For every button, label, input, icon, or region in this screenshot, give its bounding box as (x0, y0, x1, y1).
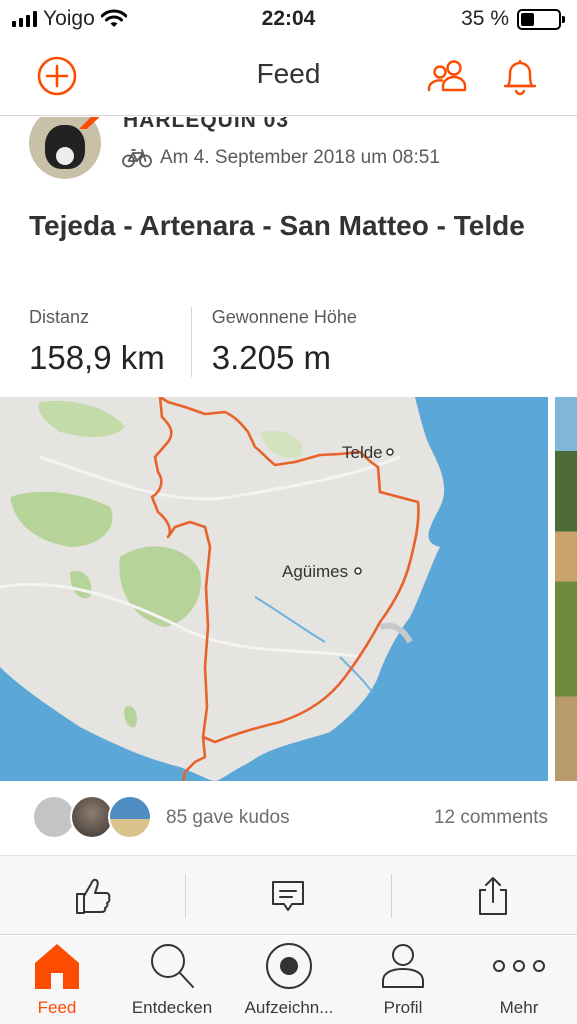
status-bar: Yoigo 22:04 35 % (0, 0, 577, 38)
tab-label: Entdecken (131, 998, 213, 1017)
home-icon (35, 944, 79, 989)
stat-elevation: Gewonnene Höhe 3.205 m (190, 307, 383, 377)
action-bar (0, 855, 577, 935)
town-marker (354, 567, 362, 575)
activity-feed[interactable]: HARLEQUIN 03 Am 4. September 2018 um 08:… (0, 117, 577, 857)
avatar (29, 117, 101, 179)
tab-more[interactable]: Mehr (484, 936, 554, 1024)
tab-label: Profil (383, 998, 423, 1017)
activity-photo[interactable] (555, 397, 577, 781)
action-divider (185, 874, 186, 918)
bike-icon (122, 149, 152, 168)
stat-label: Distanz (29, 307, 90, 327)
activity-meta: Am 4. September 2018 um 08:51 (122, 147, 440, 169)
search-icon (151, 944, 194, 988)
record-icon (266, 943, 312, 989)
tab-label: Aufzeichn... (244, 998, 334, 1017)
route-map[interactable]: Telde Agüimes (0, 397, 548, 781)
action-divider (391, 874, 392, 918)
tab-feed[interactable]: Feed (22, 936, 92, 1024)
tab-bar: Feed Entdecken Aufzeichn... Profil Mehr (0, 936, 577, 1024)
battery-fill (521, 12, 534, 26)
athlete-avatar[interactable] (29, 117, 101, 179)
activity-stats: Distanz 158,9 km Gewonnene Höhe 3.205 m (29, 307, 383, 377)
activity-media[interactable]: Telde Agüimes (0, 397, 577, 781)
battery-percent: 35 % (461, 7, 509, 30)
tab-profile[interactable]: Profil (368, 936, 438, 1024)
kudos-count[interactable]: 85 gave kudos (166, 807, 290, 829)
athlete-header[interactable]: HARLEQUIN 03 Am 4. September 2018 um 08:… (0, 117, 577, 187)
page-title: Feed (256, 58, 321, 89)
activity-date: Am 4. September 2018 um 08:51 (160, 147, 440, 168)
tab-label: Feed (37, 998, 77, 1017)
activity-title[interactable]: Tejeda - Artenara - San Matteo - Telde (29, 207, 529, 244)
stat-label: Gewonnene Höhe (211, 307, 357, 327)
map-graphic: Telde Agüimes (0, 397, 445, 781)
stat-distance: Distanz 158,9 km (29, 307, 191, 377)
map-label-aguimes: Agüimes (282, 562, 348, 581)
thumbs-up-icon (75, 878, 110, 914)
kudos-avatar (108, 795, 152, 839)
comment-icon (271, 881, 304, 911)
tab-explore[interactable]: Entdecken (122, 936, 222, 1024)
kudos-row[interactable]: 85 gave kudos 12 comments (0, 795, 577, 841)
share-button[interactable] (400, 856, 577, 936)
tab-record[interactable]: Aufzeichn... (232, 936, 346, 1024)
nav-bar: Feed (0, 38, 577, 116)
more-icon (493, 960, 545, 972)
kudos-button[interactable] (0, 856, 185, 936)
stat-value: 158,9 km (29, 339, 165, 376)
profile-icon (382, 944, 424, 988)
comment-button[interactable] (195, 856, 380, 936)
comments-count[interactable]: 12 comments (434, 807, 548, 829)
athlete-name[interactable]: HARLEQUIN 03 (123, 117, 289, 133)
town-marker (386, 448, 394, 456)
battery-icon (517, 8, 565, 30)
share-icon (478, 877, 507, 915)
notifications-icon[interactable] (498, 54, 542, 98)
friends-icon[interactable] (424, 54, 472, 98)
status-right: 35 % (461, 7, 565, 31)
map-label-telde: Telde (342, 443, 383, 462)
tab-label: Mehr (499, 998, 539, 1017)
stat-value: 3.205 m (211, 339, 331, 376)
